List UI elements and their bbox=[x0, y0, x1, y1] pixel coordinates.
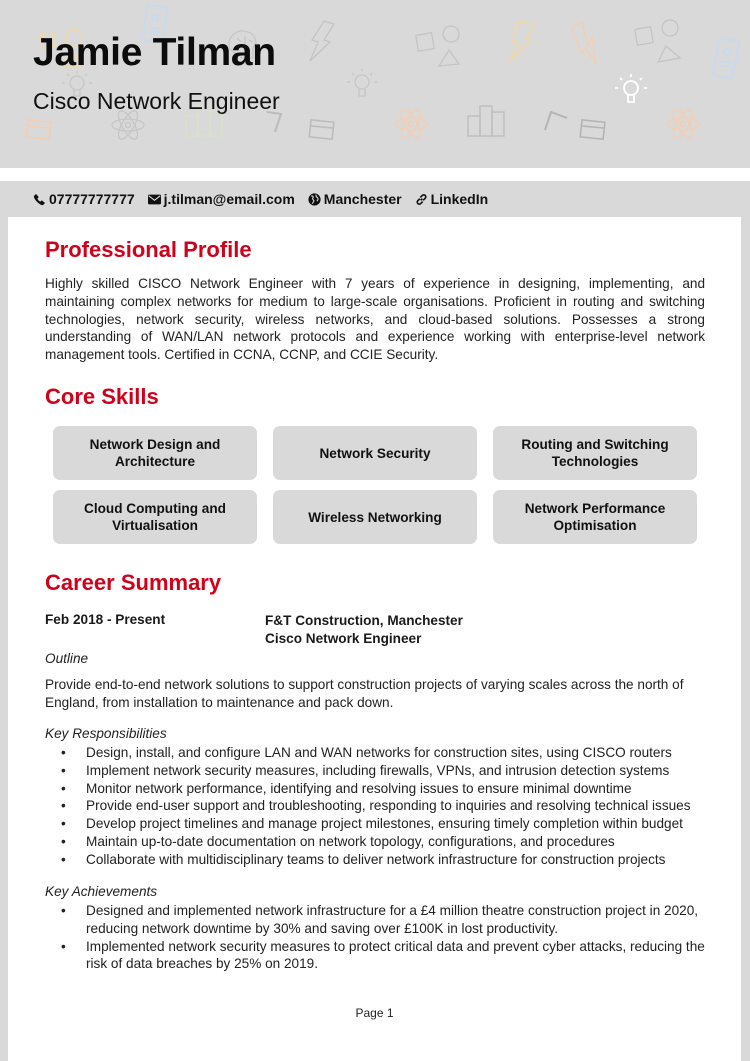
location-text: Manchester bbox=[323, 191, 402, 207]
phone-icon bbox=[33, 193, 45, 205]
outline-label: Outline bbox=[45, 651, 89, 666]
lightbulb-icon bbox=[345, 68, 379, 102]
skill-badge: Wireless Networking bbox=[273, 490, 477, 544]
resume-body: Professional Profile Highly skilled CISC… bbox=[8, 217, 741, 1061]
skills-grid: Network Design and Architecture Network … bbox=[53, 426, 698, 544]
job-company: F&T Construction, Manchester bbox=[265, 613, 463, 628]
list-item: Develop project timelines and manage pro… bbox=[45, 815, 715, 833]
responsibilities-list: Design, install, and configure LAN and W… bbox=[45, 744, 715, 869]
job-dates: Feb 2018 - Present bbox=[45, 612, 166, 627]
buildings-icon bbox=[466, 104, 506, 138]
link-icon bbox=[416, 193, 427, 205]
contact-email[interactable]: j.tilman@email.com bbox=[147, 191, 295, 207]
list-item: Implemented network security measures to… bbox=[45, 938, 717, 974]
profile-heading: Professional Profile bbox=[45, 237, 252, 262]
linkedin-text: LinkedIn bbox=[430, 191, 489, 207]
profile-text: Highly skilled CISCO Network Engineer wi… bbox=[45, 276, 705, 363]
resume-header: Jamie Tilman Cisco Network Engineer bbox=[0, 0, 750, 168]
skill-badge: Cloud Computing and Virtualisation bbox=[53, 490, 257, 544]
candidate-name: Jamie Tilman bbox=[33, 31, 276, 74]
window-icon bbox=[308, 118, 336, 142]
contact-bar: 07777777777 j.tilman@email.com Mancheste… bbox=[0, 181, 750, 217]
shapes-icon bbox=[634, 18, 684, 64]
email-text: j.tilman@email.com bbox=[163, 191, 295, 207]
lightning-icon bbox=[508, 20, 538, 64]
lightning-icon bbox=[306, 20, 336, 62]
list-item: Monitor network performance, identifying… bbox=[45, 780, 715, 798]
angle-icon bbox=[543, 110, 569, 132]
phone-text: 07777777777 bbox=[49, 191, 135, 207]
list-item: Design, install, and configure LAN and W… bbox=[45, 744, 715, 762]
shapes-icon bbox=[415, 24, 465, 68]
header-divider bbox=[0, 168, 750, 181]
skill-badge: Network Design and Architecture bbox=[53, 426, 257, 480]
skill-badge: Network Security bbox=[273, 426, 477, 480]
window-icon bbox=[25, 118, 53, 142]
atom-icon bbox=[665, 106, 701, 142]
lightning-icon bbox=[570, 20, 600, 66]
achievements-list: Designed and implemented network infrast… bbox=[45, 902, 717, 973]
lightbulb-icon bbox=[614, 72, 648, 108]
list-item: Maintain up-to-date documentation on net… bbox=[45, 833, 715, 851]
list-item: Collaborate with multidisciplinary teams… bbox=[45, 851, 715, 869]
skill-badge: Routing and Switching Technologies bbox=[493, 426, 697, 480]
window-icon bbox=[579, 118, 607, 142]
contact-linkedin[interactable]: LinkedIn bbox=[415, 191, 489, 207]
responsibilities-label: Key Responsibilities bbox=[45, 726, 167, 741]
list-item: Designed and implemented network infrast… bbox=[45, 902, 717, 938]
envelope-icon bbox=[147, 194, 161, 204]
contact-location: Manchester bbox=[308, 191, 402, 207]
list-item: Implement network security measures, inc… bbox=[45, 762, 715, 780]
candidate-role: Cisco Network Engineer bbox=[33, 88, 280, 114]
job-position: Cisco Network Engineer bbox=[265, 631, 422, 646]
achievements-label: Key Achievements bbox=[45, 884, 158, 899]
mobile-location-icon bbox=[712, 36, 740, 82]
skill-badge: Network Performance Optimisation bbox=[493, 490, 697, 544]
globe-icon bbox=[308, 192, 321, 206]
contact-phone[interactable]: 07777777777 bbox=[33, 191, 135, 207]
skills-heading: Core Skills bbox=[45, 384, 159, 409]
list-item: Provide end-user support and troubleshoo… bbox=[45, 797, 715, 815]
job-employer: F&T Construction, Manchester Cisco Netwo… bbox=[265, 612, 463, 648]
atom-icon bbox=[393, 106, 429, 142]
outline-text: Provide end-to-end network solutions to … bbox=[45, 677, 684, 710]
page-number: Page 1 bbox=[355, 1006, 394, 1020]
career-heading: Career Summary bbox=[45, 570, 222, 595]
